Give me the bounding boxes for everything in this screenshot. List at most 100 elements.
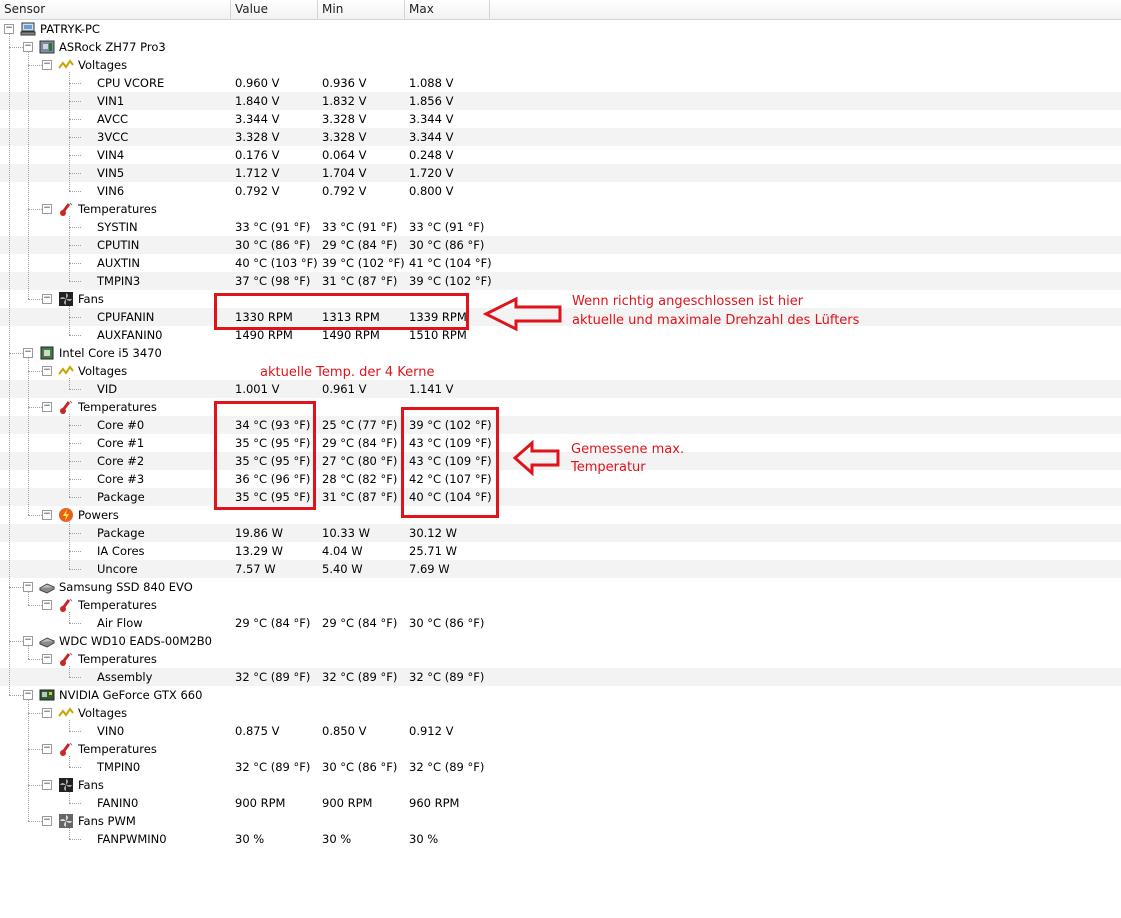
sensor-max: 32 °C (89 °F) — [409, 670, 485, 684]
sensor-max: 0.912 V — [409, 724, 454, 738]
collapse-toggle-icon[interactable]: − — [42, 294, 52, 304]
sensor-row-fanin0[interactable]: FANIN0 900 RPM 900 RPM 960 RPM — [0, 794, 1121, 812]
sensor-row-package[interactable]: Package 19.86 W 10.33 W 30.12 W — [0, 524, 1121, 542]
sensor-max: 1.141 V — [409, 382, 454, 396]
collapse-toggle-icon[interactable]: − — [42, 780, 52, 790]
tree-node-intel-core-i5-3470[interactable]: − Intel Core i5 3470 — [0, 344, 1121, 362]
sensor-row-vin6[interactable]: VIN6 0.792 V 0.792 V 0.800 V — [0, 182, 1121, 200]
sensor-row-fanpwmin0[interactable]: FANPWMIN0 30 % 30 % 30 % — [0, 830, 1121, 848]
collapse-toggle-icon[interactable]: − — [23, 690, 33, 700]
sensor-row-core-0[interactable]: Core #0 34 °C (93 °F) 25 °C (77 °F) 39 °C (… — [0, 416, 1121, 434]
sensor-row-cpu-vcore[interactable]: CPU VCORE 0.960 V 0.936 V 1.088 V — [0, 74, 1121, 92]
tree-connector — [69, 245, 81, 246]
sensor-row-vin4[interactable]: VIN4 0.176 V 0.064 V 0.248 V — [0, 146, 1121, 164]
tree-node-nvidia-geforce-gtx-660[interactable]: − NVIDIA GeForce GTX 660 — [0, 686, 1121, 704]
collapse-toggle-icon[interactable]: − — [42, 204, 52, 214]
tree-node-voltages[interactable]: − Voltages — [0, 704, 1121, 722]
tree-node-temperatures[interactable]: − Temperatures — [0, 200, 1121, 218]
column-header-value[interactable]: Value — [231, 0, 318, 19]
tree-node-wdc-wd10-eads-00m2b0[interactable]: − WDC WD10 EADS-00M2B0 — [0, 632, 1121, 650]
sensor-row-vin0[interactable]: VIN0 0.875 V 0.850 V 0.912 V — [0, 722, 1121, 740]
sensor-label: NVIDIA GeForce GTX 660 — [59, 688, 203, 702]
sensor-label: VIN6 — [97, 184, 125, 198]
sensor-label: SYSTIN — [97, 220, 138, 234]
sensor-value: 1.712 V — [235, 166, 280, 180]
sensor-row-vid[interactable]: VID 1.001 V 0.961 V 1.141 V — [0, 380, 1121, 398]
sensor-min: 0.936 V — [322, 76, 367, 90]
column-header-min[interactable]: Min — [318, 0, 405, 19]
sensor-min: 0.792 V — [322, 184, 367, 198]
tree-node-temperatures[interactable]: − Temperatures — [0, 650, 1121, 668]
collapse-toggle-icon[interactable]: − — [23, 582, 33, 592]
sensor-row-air-flow[interactable]: Air Flow 29 °C (84 °F) 29 °C (84 °F) 30 °C … — [0, 614, 1121, 632]
sensor-label: Temperatures — [78, 598, 157, 612]
sensor-label: VIN5 — [97, 166, 125, 180]
sensor-value: 0.960 V — [235, 76, 280, 90]
collapse-toggle-icon[interactable]: − — [42, 366, 52, 376]
sensor-row-uncore[interactable]: Uncore 7.57 W 5.40 W 7.69 W — [0, 560, 1121, 578]
collapse-toggle-icon[interactable]: − — [42, 402, 52, 412]
sensor-value: 1.001 V — [235, 382, 280, 396]
tree-node-powers[interactable]: − Powers — [0, 506, 1121, 524]
tree-node-voltages[interactable]: − Voltages — [0, 56, 1121, 74]
collapse-toggle-icon[interactable]: − — [42, 510, 52, 520]
tree-node-fans[interactable]: − Fans — [0, 776, 1121, 794]
sensor-label: Air Flow — [97, 616, 143, 630]
tree-node-fans-pwm[interactable]: − Fans PWM — [0, 812, 1121, 830]
sensor-row-cputin[interactable]: CPUTIN 30 °C (86 °F) 29 °C (84 °F) 30 °C (8… — [0, 236, 1121, 254]
sensor-row-systin[interactable]: SYSTIN 33 °C (91 °F) 33 °C (91 °F) 33 °C (9… — [0, 218, 1121, 236]
tree-node-temperatures[interactable]: − Temperatures — [0, 740, 1121, 758]
sensor-label: Fans PWM — [78, 814, 136, 828]
collapse-toggle-icon[interactable]: − — [23, 636, 33, 646]
tree-node-patryk-pc[interactable]: − PATRYK-PC — [0, 20, 1121, 38]
tree-connector — [69, 281, 81, 282]
sensor-row-avcc[interactable]: AVCC 3.344 V 3.328 V 3.344 V — [0, 110, 1121, 128]
tree-node-temperatures[interactable]: − Temperatures — [0, 398, 1121, 416]
fan-icon — [58, 777, 74, 793]
sensor-value: 29 °C (84 °F) — [235, 616, 311, 630]
tree-connector — [69, 767, 81, 768]
collapse-toggle-icon[interactable]: − — [42, 600, 52, 610]
sensor-row-ia-cores[interactable]: IA Cores 13.29 W 4.04 W 25.71 W — [0, 542, 1121, 560]
tree-node-voltages[interactable]: − Voltages — [0, 362, 1121, 380]
sensor-min: 31 °C (87 °F) — [322, 490, 398, 504]
sensor-row-tmpin3[interactable]: TMPIN3 37 °C (98 °F) 31 °C (87 °F) 39 °C (1… — [0, 272, 1121, 290]
sensor-min: 30 °C (86 °F) — [322, 760, 398, 774]
sensor-row-3vcc[interactable]: 3VCC 3.328 V 3.328 V 3.344 V — [0, 128, 1121, 146]
sensor-max: 7.69 W — [409, 562, 450, 576]
sensor-row-auxtin[interactable]: AUXTIN 40 °C (103 °F) 39 °C (102 °F) 41 °C … — [0, 254, 1121, 272]
sensor-value: 3.344 V — [235, 112, 280, 126]
tree-connector — [69, 479, 81, 480]
sensor-row-tmpin0[interactable]: TMPIN0 32 °C (89 °F) 30 °C (86 °F) 32 °C (8… — [0, 758, 1121, 776]
tree-node-samsung-ssd-840-evo[interactable]: − Samsung SSD 840 EVO — [0, 578, 1121, 596]
sensor-row-assembly[interactable]: Assembly 32 °C (89 °F) 32 °C (89 °F) 32 °C … — [0, 668, 1121, 686]
tree-connector — [69, 155, 81, 156]
sensor-min: 0.064 V — [322, 148, 367, 162]
sensor-label: AUXTIN — [97, 256, 140, 270]
sensor-min: 900 RPM — [322, 796, 373, 810]
collapse-toggle-icon[interactable]: − — [23, 348, 33, 358]
sensor-label: CPUTIN — [97, 238, 140, 252]
sensor-value: 13.29 W — [235, 544, 283, 558]
collapse-toggle-icon[interactable]: − — [42, 708, 52, 718]
column-header-max[interactable]: Max — [405, 0, 490, 19]
tree-node-asrock-zh77-pro3[interactable]: − ASRock ZH77 Pro3 — [0, 38, 1121, 56]
thermometer-icon — [58, 399, 74, 415]
sensor-row-vin5[interactable]: VIN5 1.712 V 1.704 V 1.720 V — [0, 164, 1121, 182]
sensor-label: Temperatures — [78, 652, 157, 666]
collapse-toggle-icon[interactable]: − — [42, 60, 52, 70]
collapse-toggle-icon[interactable]: − — [42, 654, 52, 664]
collapse-toggle-icon[interactable]: − — [4, 24, 14, 34]
column-header-sensor[interactable]: Sensor — [0, 0, 231, 19]
collapse-toggle-icon[interactable]: − — [42, 744, 52, 754]
sensor-row-package[interactable]: Package 35 °C (95 °F) 31 °C (87 °F) 40 °C (… — [0, 488, 1121, 506]
sensor-label: CPU VCORE — [97, 76, 165, 90]
tree-node-temperatures[interactable]: − Temperatures — [0, 596, 1121, 614]
collapse-toggle-icon[interactable]: − — [23, 42, 33, 52]
fan-note-line2: aktuelle und maximale Drehzahl des Lüfte… — [572, 313, 860, 328]
collapse-toggle-icon[interactable]: − — [42, 816, 52, 826]
cores-current-highlight-box — [214, 401, 316, 510]
sensor-row-vin1[interactable]: VIN1 1.840 V 1.832 V 1.856 V — [0, 92, 1121, 110]
tree-connector — [69, 389, 81, 390]
sensor-label: Uncore — [97, 562, 138, 576]
